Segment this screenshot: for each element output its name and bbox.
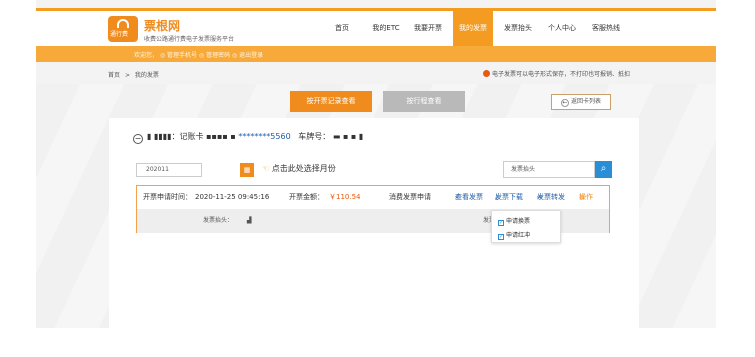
apply-exchange-label: 申请换票 <box>506 218 531 225</box>
month-hint-text: 点击此处选择月份 <box>271 164 336 173</box>
breadcrumb-current: 我的发票 <box>134 72 159 79</box>
apply-time: 2020-11-25 09:45:16 <box>195 193 270 201</box>
browser-frame: 通行费 票根网 收费公路通行费电子发票服务平台 首页 我的ETC 我要开票 我的… <box>36 0 716 328</box>
view-invoice-label: 查看发票 <box>455 193 483 201</box>
back-label: 返回卡列表 <box>570 98 601 105</box>
title-value: ▟ <box>247 217 252 224</box>
logo-icon[interactable]: 通行费 <box>108 16 138 42</box>
apply-time-label: 开票申请时间： <box>143 193 192 201</box>
apply-exchange-item[interactable]: ✓ 申请换票 <box>498 216 530 226</box>
notice-text: 电子发票可以电子形式保存，不打印也可报销、抵扣 <box>492 71 631 78</box>
breadcrumb-separator: > <box>124 72 130 79</box>
nav-invoice-title[interactable]: 发票抬头 <box>498 11 538 46</box>
user-links[interactable]: 欢迎您， ◎ 管理手机号 ◎ 管理密码 ◎ 退出登录 <box>134 50 263 59</box>
checkbox-icon: ✓ <box>498 220 504 226</box>
info-icon <box>483 70 490 77</box>
search-icon[interactable]: ⌕ <box>595 161 612 178</box>
pointing-hand-icon: ☜ <box>262 164 270 173</box>
title-label: 发票抬头： <box>203 217 234 224</box>
notice-message: 电子发票可以电子形式保存，不打印也可报销、抵扣 <box>483 69 630 78</box>
apply-red-reversal-item[interactable]: ✓ 申请红冲 <box>498 230 530 240</box>
page: 通行费 票根网 收费公路通行费电子发票服务平台 首页 我的ETC 我要开票 我的… <box>0 0 755 357</box>
download-invoice-label: 发票下载 <box>495 193 523 201</box>
nav-my-etc[interactable]: 我的ETC <box>366 11 406 46</box>
plate-label: 车牌号： <box>298 132 331 141</box>
operate-dropdown: ✓ 申请换票 ✓ 申请红冲 <box>491 210 561 243</box>
invoice-amount: ￥110.54 <box>329 193 361 201</box>
collapse-icon[interactable]: − <box>133 134 143 144</box>
menu-icon: ≡ <box>579 193 585 201</box>
brand-slogan: 收费公路通行费电子发票服务平台 <box>144 36 235 43</box>
back-to-card-list-button[interactable]: ← 返回卡列表 <box>551 94 611 110</box>
plate-number: ▬ ▪ ▪ ▮ <box>332 132 364 141</box>
invoice-title-search-input[interactable]: 发票抬头 <box>503 161 595 178</box>
breadcrumb: 首页 > 我的发票 <box>108 70 162 79</box>
breadcrumb-home[interactable]: 首页 <box>108 72 120 79</box>
back-arrow-icon: ← <box>560 99 569 107</box>
record-summary-row: 开票申请时间： 2020-11-25 09:45:16 开票金额： ￥110.5… <box>137 186 609 209</box>
month-input[interactable]: 202011 <box>136 163 202 177</box>
month-hint: ☜ 点击此处选择月份 <box>262 163 336 174</box>
brand-name: 票根网 <box>144 19 181 33</box>
card-number: ********5560 <box>238 132 291 141</box>
logo-text: 通行费 <box>110 31 129 38</box>
forward-invoice-label: 发票转发 <box>537 193 565 201</box>
nav-customer-service[interactable]: 客服热线 <box>586 11 626 46</box>
card-info: − ▮ ▮▮▮▮：记账卡 ▪▪▪▪ ▪ ********5560 车牌号： ▬ ▪… <box>133 131 363 144</box>
apply-red-reversal-label: 申请红冲 <box>506 232 531 239</box>
view-by-trip-button[interactable]: 按行程查看 <box>383 91 465 112</box>
card-type: ▮ ▮▮▮▮：记账卡 ▪▪▪▪ ▪ <box>147 132 236 141</box>
calendar-icon[interactable]: ▦ <box>240 163 254 177</box>
site-header: 通行费 票根网 收费公路通行费电子发票服务平台 首页 我的ETC 我要开票 我的… <box>36 11 716 46</box>
nav-user-center[interactable]: 个人中心 <box>542 11 582 46</box>
amount-label: 开票金额： <box>289 193 324 201</box>
checkbox-icon: ✓ <box>498 234 504 240</box>
nav-home[interactable]: 首页 <box>326 11 358 46</box>
nav-issue-invoice[interactable]: 我要开票 <box>410 11 446 46</box>
user-info-band: 欢迎您， ◎ 管理手机号 ◎ 管理密码 ◎ 退出登录 <box>36 46 716 62</box>
nav-my-invoices[interactable]: 我的发票 <box>453 11 493 46</box>
invoice-type: 消费发票申请 <box>389 193 431 201</box>
view-by-record-button[interactable]: 按开票记录查看 <box>290 91 372 112</box>
